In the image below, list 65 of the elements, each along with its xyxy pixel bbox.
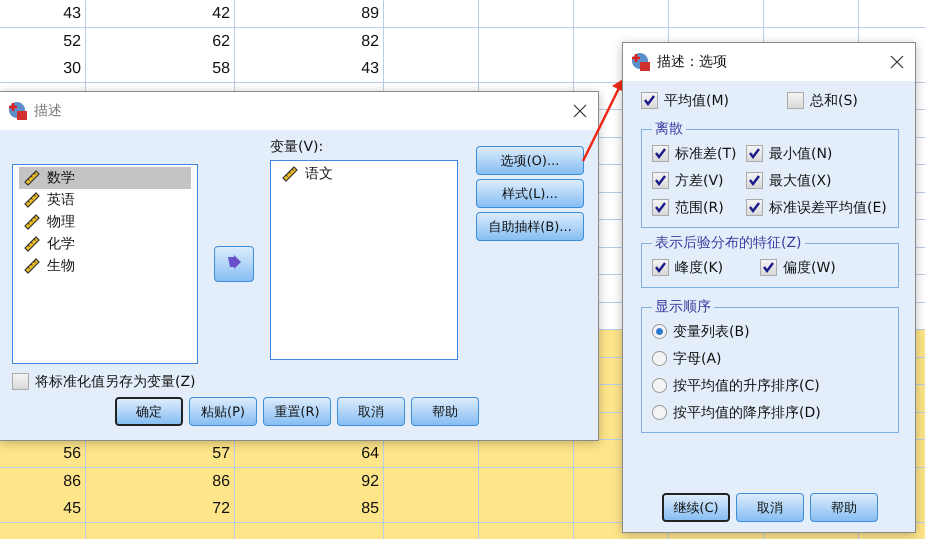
checkbox-label: 最大值(X) [769, 172, 832, 190]
radio-label: 字母(A) [673, 350, 722, 368]
dialog-button[interactable]: 粘贴(P) [189, 397, 257, 426]
checkbox-label: 偏度(W) [783, 258, 836, 276]
ruler-icon [23, 169, 41, 187]
checkbox-label: 峰度(K) [675, 258, 724, 276]
checkbox[interactable] [787, 92, 804, 109]
dialog-button[interactable]: 确定 [115, 397, 183, 426]
checkbox[interactable] [760, 259, 777, 276]
checkbox-label: 最小值(N) [769, 144, 832, 162]
list-item[interactable]: 语文 [277, 163, 451, 185]
list-item[interactable]: 英语 [19, 189, 191, 211]
checkbox[interactable] [746, 172, 763, 189]
checkbox[interactable] [652, 172, 669, 189]
dialog-button[interactable]: 自助抽样(B)... [476, 212, 584, 241]
checkbox[interactable] [12, 373, 29, 390]
ruler-icon [23, 257, 41, 275]
checkbox[interactable] [746, 145, 763, 162]
dialog-button[interactable]: 选项(O)... [476, 146, 584, 175]
group-title: 离散 [654, 120, 684, 138]
checkbox[interactable] [652, 199, 669, 216]
move-button[interactable] [214, 246, 254, 282]
radio-button[interactable] [652, 405, 667, 420]
dialog-button[interactable]: 继续(C) [662, 493, 730, 522]
checkbox-label: 平均值(M) [664, 92, 730, 110]
radio-label: 变量列表(B) [673, 322, 750, 340]
arrow-icon [226, 255, 242, 269]
list-item[interactable]: 数学 [19, 167, 191, 189]
checkbox-label: 范围(R) [675, 198, 724, 216]
ruler-icon [23, 213, 41, 231]
list-item[interactable]: 化学 [19, 233, 191, 255]
dialog-button[interactable]: 帮助 [810, 493, 878, 522]
checkbox-label: 标准差(T) [675, 144, 736, 162]
checkbox-label: 将标准化值另存为变量(Z) [35, 372, 196, 390]
selected-variable-list[interactable]: 语文 [270, 160, 458, 360]
list-item[interactable]: 生物 [19, 255, 191, 277]
window-title: 描述 [34, 102, 63, 120]
checkbox-label: 标准误差平均值(E) [769, 198, 887, 216]
group-title: 显示顺序 [654, 298, 712, 316]
ruler-icon [281, 165, 299, 183]
dialog-button[interactable]: 重置(R) [263, 397, 331, 426]
checkbox-label: 方差(V) [675, 172, 724, 190]
app-icon [631, 52, 651, 72]
radio-label: 按平均值的降序排序(D) [673, 404, 821, 422]
radio-button[interactable] [652, 378, 667, 393]
radio-button[interactable] [652, 351, 667, 366]
radio-label: 按平均值的升序排序(C) [673, 376, 820, 394]
dialog-button[interactable]: 取消 [337, 397, 405, 426]
app-icon [8, 101, 28, 121]
variables-label: 变量(V): [270, 138, 324, 156]
checkbox[interactable] [746, 199, 763, 216]
dialog-button[interactable]: 样式(L)... [476, 179, 584, 208]
ruler-icon [23, 235, 41, 253]
checkbox-label: 总和(S) [810, 92, 858, 110]
variable-list[interactable]: 数学 英语 物理 化学 生物 [12, 164, 198, 364]
dialog-button[interactable]: 取消 [736, 493, 804, 522]
checkbox[interactable] [652, 145, 669, 162]
list-item[interactable]: 物理 [19, 211, 191, 233]
checkbox[interactable] [652, 259, 669, 276]
ruler-icon [23, 191, 41, 209]
group-title: 表示后验分布的特征(Z) [654, 234, 803, 252]
dialog-button[interactable]: 帮助 [411, 397, 479, 426]
radio-button[interactable] [652, 324, 667, 339]
window-title: 描述：选项 [657, 53, 728, 71]
checkbox[interactable] [641, 92, 658, 109]
